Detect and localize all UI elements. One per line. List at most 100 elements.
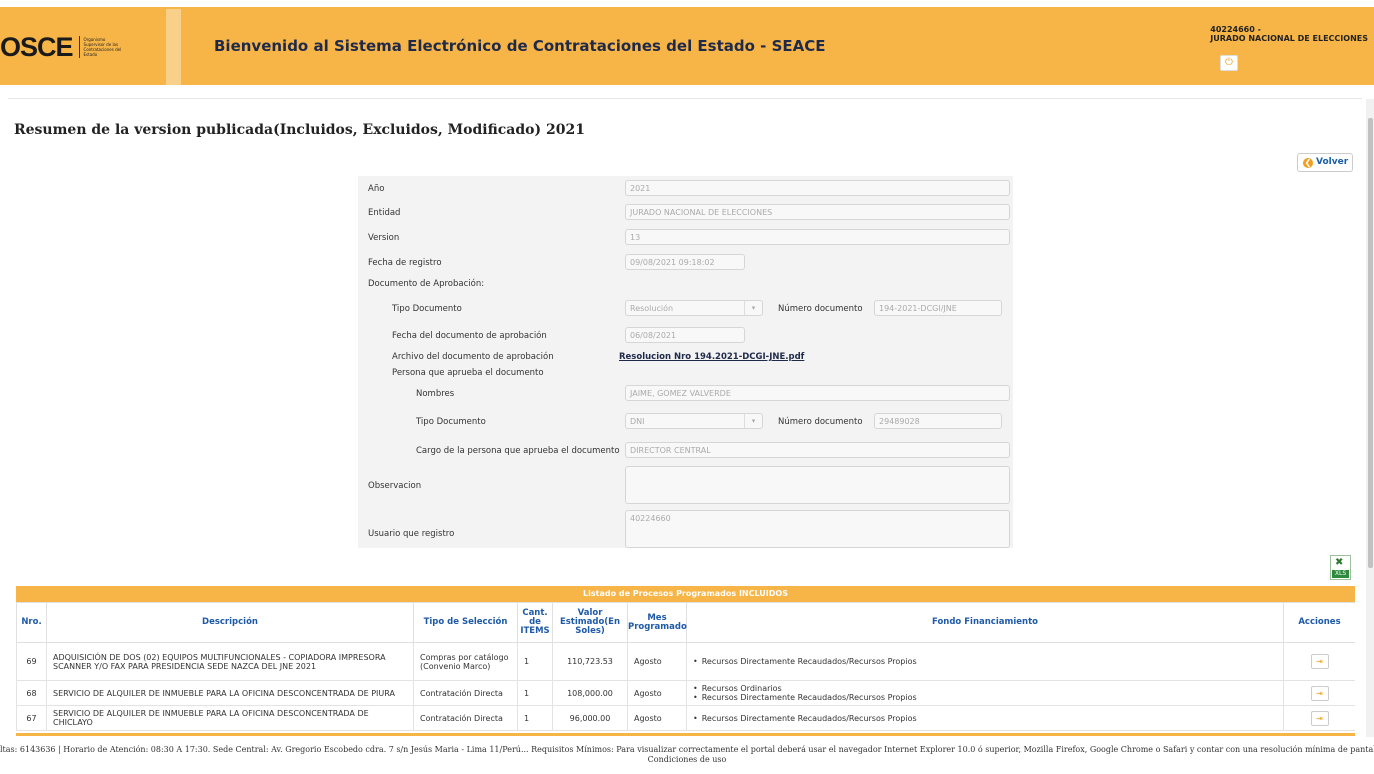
cell-descripcion: SERVICIO DE ALQUILER DE INMUEBLE PARA LA… — [46, 680, 414, 706]
version-summary-form: Año 2021 Entidad JURADO NACIONAL DE ELEC… — [358, 176, 1013, 548]
cell-cant: 1 — [517, 705, 553, 731]
fondo-item: Recursos Directamente Recaudados/Recurso… — [693, 693, 1277, 702]
chevron-down-icon: ▾ — [744, 301, 762, 315]
anio-label: Año — [368, 184, 385, 194]
tipo-doc-value: Resolución — [630, 304, 674, 313]
cell-valor: 108,000.00 — [552, 680, 628, 706]
table-row: 67 SERVICIO DE ALQUILER DE INMUEBLE PARA… — [16, 705, 1355, 731]
persona-num-doc-label: Número documento — [778, 417, 863, 427]
cell-descripcion: ADQUISICIÓN DE DOS (02) EQUIPOS MULTIFUN… — [46, 642, 414, 681]
xls-label: XLS — [1332, 570, 1349, 578]
col-valor-estimado[interactable]: Valor Estimado(En Soles) — [552, 602, 628, 643]
col-tipo-seleccion[interactable]: Tipo de Selección — [413, 602, 518, 643]
tipo-doc-label: Tipo Documento — [392, 304, 462, 314]
archivo-label: Archivo del documento de aprobación — [392, 352, 554, 362]
footer-terms-link[interactable]: Condiciones de uso — [0, 755, 1374, 765]
header-title: Bienvenido al Sistema Electrónico de Con… — [214, 37, 826, 55]
view-detail-button[interactable]: ⇥ — [1310, 685, 1329, 701]
excel-icon: ✖ — [1335, 557, 1344, 568]
version-field[interactable]: 13 — [625, 229, 1010, 245]
anio-field[interactable]: 2021 — [625, 180, 1010, 196]
arrow-left-icon: ❮ — [1303, 158, 1313, 168]
fecha-registro-field[interactable]: 09/08/2021 09:18:02 — [625, 254, 745, 270]
logo-separator — [78, 36, 80, 58]
persona-num-doc-field[interactable]: 29489028 — [874, 413, 1002, 429]
chevron-down-icon: ▾ — [744, 414, 762, 428]
user-entity: JURADO NACIONAL DE ELECCIONES — [1210, 34, 1368, 43]
fondo-item: Recursos Ordinarios — [693, 684, 1277, 693]
table-row: 69 ADQUISICIÓN DE DOS (02) EQUIPOS MULTI… — [16, 642, 1355, 681]
nombres-field[interactable]: JAIME, GOMEZ VALVERDE — [625, 385, 1010, 401]
col-nro[interactable]: Nro. — [16, 602, 47, 643]
cell-fondo: Recursos OrdinariosRecursos Directamente… — [686, 680, 1284, 706]
page-title: Resumen de la version publicada(Incluido… — [14, 122, 585, 138]
fondo-item: Recursos Directamente Recaudados/Recurso… — [693, 714, 1277, 723]
logout-button[interactable]: ⏻ — [1220, 55, 1238, 71]
persona-tipo-doc-label: Tipo Documento — [416, 417, 486, 427]
arrow-right-icon: ⇥ — [1316, 713, 1323, 723]
col-fondo-financiamiento[interactable]: Fondo Financiamiento — [686, 602, 1284, 643]
export-xls-button[interactable]: ✖ XLS — [1330, 555, 1351, 580]
doc-aprobacion-label: Documento de Aprobación: — [368, 279, 485, 289]
entidad-field[interactable]: JURADO NACIONAL DE ELECCIONES — [625, 204, 1010, 220]
osce-logo[interactable]: OSCE Organismo Supervisor de las Contrat… — [0, 32, 122, 62]
cell-mes: Agosto — [627, 680, 687, 706]
cell-acciones: ⇥ — [1283, 680, 1355, 706]
user-info: 40224660 - JURADO NACIONAL DE ELECCIONES — [1210, 25, 1368, 43]
cell-fondo: Recursos Directamente Recaudados/Recurso… — [686, 642, 1284, 681]
fondo-item: Recursos Directamente Recaudados/Recurso… — [693, 657, 1277, 666]
footer: ltas: 6143636 | Horario de Atención: 08:… — [0, 745, 1374, 765]
archivo-link[interactable]: Resolucion Nro 194.2021-DCGI-JNE.pdf — [619, 352, 804, 362]
cell-mes: Agosto — [627, 705, 687, 731]
scrollbar-thumb[interactable] — [1368, 118, 1373, 568]
cell-fondo: Recursos Directamente Recaudados/Recurso… — [686, 705, 1284, 731]
cell-tipo: Contratación Directa — [413, 705, 518, 731]
fecha-registro-label: Fecha de registro — [368, 258, 442, 268]
col-descripcion[interactable]: Descripción — [46, 602, 414, 643]
tipo-doc-select[interactable]: Resolución ▾ — [625, 300, 763, 316]
col-cant-items[interactable]: Cant. de ITEMS — [517, 602, 553, 643]
fecha-doc-label: Fecha del documento de aprobación — [392, 331, 547, 341]
arrow-right-icon: ⇥ — [1316, 657, 1323, 666]
observacion-label: Observacion — [368, 481, 422, 491]
usuario-field[interactable]: 40224660 — [625, 510, 1010, 548]
cell-nro: 69 — [16, 642, 47, 681]
num-doc-field[interactable]: 194-2021-DCGI/JNE — [874, 300, 1002, 316]
cell-cant: 1 — [517, 642, 553, 681]
num-doc-label: Número documento — [778, 304, 863, 314]
table-footer-bar — [16, 733, 1355, 736]
logo-subtitle: Organismo Supervisor de las Contratacion… — [83, 37, 122, 57]
power-icon: ⏻ — [1225, 57, 1233, 68]
col-mes-programado[interactable]: Mes Programado — [627, 602, 687, 643]
persona-tipo-doc-select[interactable]: DNI ▾ — [625, 413, 763, 429]
included-processes-table: Listado de Procesos Programados INCLUIDO… — [16, 586, 1355, 736]
observacion-field[interactable] — [625, 466, 1010, 504]
cell-valor: 96,000.00 — [552, 705, 628, 731]
user-id: 40224660 - — [1210, 25, 1261, 34]
cargo-field[interactable]: DIRECTOR CENTRAL — [625, 442, 1010, 458]
persona-label: Persona que aprueba el documento — [392, 368, 544, 378]
back-button[interactable]: ❮ Volver — [1297, 153, 1353, 172]
header-divider — [166, 9, 181, 85]
cell-nro: 67 — [16, 705, 47, 731]
view-detail-button[interactable]: ⇥ — [1310, 654, 1329, 669]
cell-valor: 110,723.53 — [552, 642, 628, 681]
cell-tipo: Compras por catálogo (Convenio Marco) — [413, 642, 518, 681]
cell-descripcion: SERVICIO DE ALQUILER DE INMUEBLE PARA LA… — [46, 705, 414, 731]
cargo-label: Cargo de la persona que aprueba el docum… — [416, 446, 620, 456]
cell-tipo: Contratación Directa — [413, 680, 518, 706]
nombres-label: Nombres — [416, 389, 455, 399]
table-caption: Listado de Procesos Programados INCLUIDO… — [16, 586, 1355, 602]
cell-cant: 1 — [517, 680, 553, 706]
usuario-label: Usuario que registro — [368, 529, 455, 539]
header-bar: OSCE Organismo Supervisor de las Contrat… — [0, 7, 1374, 85]
col-acciones: Acciones — [1283, 602, 1355, 643]
cell-nro: 68 — [16, 680, 47, 706]
logo-text: OSCE — [0, 32, 74, 62]
fecha-doc-field[interactable]: 06/08/2021 — [625, 327, 745, 343]
back-button-label: Volver — [1316, 157, 1349, 167]
footer-text: ltas: 6143636 | Horario de Atención: 08:… — [0, 745, 1374, 754]
persona-tipo-doc-value: DNI — [630, 417, 645, 426]
view-detail-button[interactable]: ⇥ — [1310, 710, 1329, 726]
table-row: 68 SERVICIO DE ALQUILER DE INMUEBLE PARA… — [16, 680, 1355, 706]
